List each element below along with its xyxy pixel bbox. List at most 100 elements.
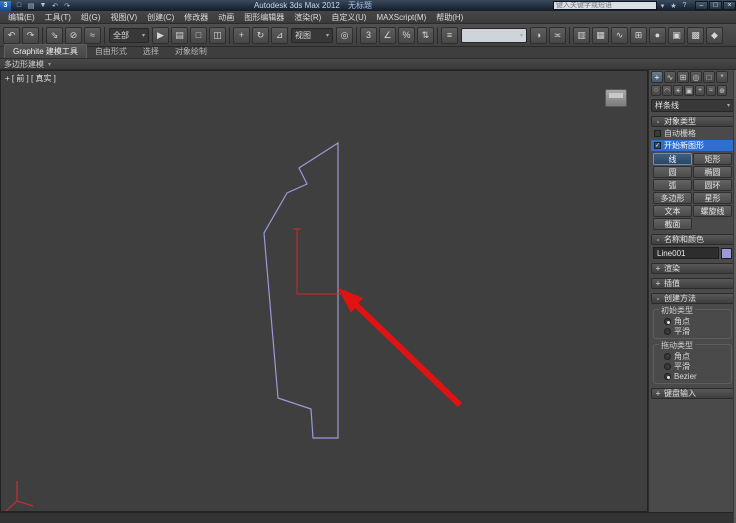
category-spacewarps-icon[interactable]: ≈ [706, 85, 716, 96]
save-file-icon[interactable]: ▼ [38, 1, 48, 10]
start-new-shape-row[interactable]: ✓ 开始新图形 [651, 140, 734, 151]
mirror-icon[interactable]: ◑ [530, 26, 547, 44]
ribbon-tab-freeform[interactable]: 自由形式 [87, 45, 135, 58]
menu-item-rendering[interactable]: 渲染(R) [289, 12, 326, 23]
rollout-rendering[interactable]: + 渲染 [651, 263, 734, 274]
menu-item-tools[interactable]: 工具(T) [40, 12, 76, 23]
select-by-name-icon[interactable]: ▤ [171, 26, 188, 44]
close-button[interactable]: × [723, 1, 736, 10]
category-systems-icon[interactable]: ⊕ [717, 85, 727, 96]
menu-item-customize[interactable]: 自定义(U) [326, 12, 371, 23]
rollout-interpolation[interactable]: + 插值 [651, 278, 734, 289]
category-cameras-icon[interactable]: ▣ [684, 85, 694, 96]
material-editor-icon[interactable]: ● [649, 26, 666, 44]
tab-display[interactable]: □ [703, 71, 715, 83]
render-icon[interactable]: ◆ [706, 26, 723, 44]
ribbon-toggle-icon[interactable]: ▦ [592, 26, 609, 44]
circle-button[interactable]: 圆 [653, 166, 692, 178]
autogrid-checkbox[interactable] [654, 130, 661, 137]
text-button[interactable]: 文本 [653, 205, 692, 217]
named-selection-dropdown[interactable]: ▾ [461, 27, 527, 43]
section-button[interactable]: 截面 [653, 218, 692, 230]
search-input[interactable] [553, 1, 657, 10]
spinner-snap-icon[interactable]: ⇅ [417, 26, 434, 44]
drag-corner-radio-row[interactable]: 角点 [658, 351, 727, 361]
select-and-rotate-icon[interactable]: ↻ [252, 26, 269, 44]
align-icon[interactable]: ≍ [549, 26, 566, 44]
category-geometry-icon[interactable]: ○ [651, 85, 661, 96]
ellipse-button[interactable]: 椭圆 [693, 166, 732, 178]
initial-corner-radio-row[interactable]: 角点 [658, 316, 727, 326]
menu-item-create[interactable]: 创建(C) [142, 12, 179, 23]
rectangle-button[interactable]: 矩形 [693, 153, 732, 165]
drag-corner-radio[interactable] [664, 352, 671, 360]
rollout-object-type[interactable]: - 对象类型 [651, 116, 734, 127]
favorites-icon[interactable]: ★ [669, 1, 678, 10]
app-logo-icon[interactable]: 3 [0, 0, 11, 11]
render-setup-icon[interactable]: ▣ [668, 26, 685, 44]
tab-motion[interactable]: ◎ [690, 71, 702, 83]
menu-item-graph-editors[interactable]: 图形编辑器 [239, 12, 289, 23]
edit-named-selections-icon[interactable]: ≡ [441, 26, 458, 44]
use-center-icon[interactable]: ◎ [336, 26, 353, 44]
tab-utilities[interactable]: * [716, 71, 728, 83]
category-helpers-icon[interactable]: + [695, 85, 705, 96]
drag-smooth-radio[interactable] [664, 362, 671, 370]
drag-bezier-radio[interactable] [664, 372, 671, 380]
object-color-swatch[interactable] [721, 247, 732, 259]
menu-item-help[interactable]: 帮助(H) [431, 12, 468, 23]
open-file-icon[interactable]: ▤ [26, 1, 36, 10]
viewcube[interactable] [605, 89, 627, 107]
ribbon-tab-selection[interactable]: 选择 [135, 45, 167, 58]
maximize-button[interactable]: □ [709, 1, 722, 10]
initial-smooth-radio[interactable] [664, 327, 671, 335]
ngon-button[interactable]: 多边形 [653, 192, 692, 204]
autogrid-checkbox-row[interactable]: 自动栅格 [649, 128, 736, 139]
rectangular-region-icon[interactable]: □ [190, 26, 207, 44]
angle-snap-icon[interactable]: ∠ [379, 26, 396, 44]
category-lights-icon[interactable]: ☀ [673, 85, 683, 96]
rendered-frame-icon[interactable]: ▩ [687, 26, 704, 44]
initial-smooth-radio-row[interactable]: 平滑 [658, 326, 727, 336]
menu-item-views[interactable]: 视图(V) [105, 12, 142, 23]
reference-coordinate-dropdown[interactable]: 视图 ▾ [291, 27, 333, 43]
category-shapes-icon[interactable]: ◠ [662, 85, 672, 96]
arc-button[interactable]: 弧 [653, 179, 692, 191]
menu-item-group[interactable]: 组(G) [76, 12, 106, 23]
viewport-label[interactable]: + [ 前 ] [ 真实 ] [5, 73, 56, 84]
polygon-modeling-panel-label[interactable]: 多边形建模 [4, 59, 44, 70]
drag-smooth-radio-row[interactable]: 平滑 [658, 361, 727, 371]
snaps-toggle-icon[interactable]: 3 [360, 26, 377, 44]
menu-item-animation[interactable]: 动画 [213, 12, 239, 23]
undo-toolbar-icon[interactable]: ↶ [3, 26, 20, 44]
rollout-creation-method[interactable]: - 创建方法 [651, 293, 734, 304]
menu-item-edit[interactable]: 编辑(E) [3, 12, 40, 23]
select-and-move-icon[interactable]: + [233, 26, 250, 44]
bind-to-spacewarp-icon[interactable]: ≈ [84, 26, 101, 44]
undo-icon[interactable]: ↶ [50, 1, 60, 10]
select-object-icon[interactable]: ▶ [152, 26, 169, 44]
donut-button[interactable]: 圆环 [693, 179, 732, 191]
curve-editor-icon[interactable]: ∿ [611, 26, 628, 44]
window-crossing-icon[interactable]: ◫ [209, 26, 226, 44]
rollout-keyboard-entry[interactable]: + 键盘输入 [651, 388, 734, 399]
drag-bezier-radio-row[interactable]: Bezier [658, 371, 727, 381]
select-and-scale-icon[interactable]: ⊿ [271, 26, 288, 44]
menu-item-maxscript[interactable]: MAXScript(M) [371, 13, 431, 22]
help-icon[interactable]: ? [680, 1, 689, 10]
start-new-shape-checkbox[interactable]: ✓ [654, 142, 661, 149]
redo-toolbar-icon[interactable]: ↷ [22, 26, 39, 44]
search-options-icon[interactable]: ▾ [658, 1, 667, 10]
redo-icon[interactable]: ↷ [62, 1, 72, 10]
minimize-button[interactable]: ‒ [695, 1, 708, 10]
select-and-link-icon[interactable]: ⇘ [46, 26, 63, 44]
ribbon-tab-object-paint[interactable]: 对象绘制 [167, 45, 215, 58]
menu-item-modifiers[interactable]: 修改器 [179, 12, 213, 23]
tab-hierarchy[interactable]: ⊞ [677, 71, 689, 83]
selection-filter-dropdown[interactable]: 全部 ▾ [109, 27, 149, 43]
star-button[interactable]: 星形 [693, 192, 732, 204]
tab-modify[interactable]: ∿ [664, 71, 676, 83]
unlink-selection-icon[interactable]: ⊘ [65, 26, 82, 44]
ribbon-tab-graphite[interactable]: Graphite 建模工具 [4, 44, 87, 58]
helix-button[interactable]: 螺旋线 [693, 205, 732, 217]
